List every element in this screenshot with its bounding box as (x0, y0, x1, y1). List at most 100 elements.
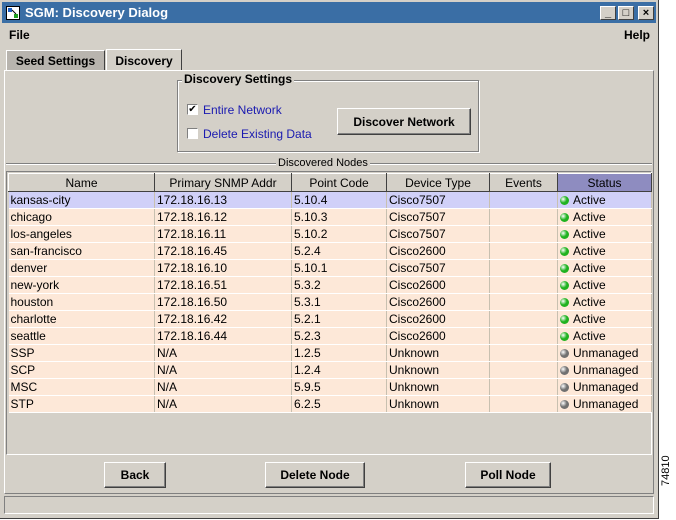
cell-primary-snmp-addr: 172.18.16.45 (154, 242, 292, 260)
cell-point-code: 5.10.4 (291, 191, 387, 209)
cell-status: Unmanaged (557, 378, 652, 396)
close-icon: × (642, 6, 650, 19)
poll-node-button[interactable]: Poll Node (465, 462, 551, 488)
cell-device-type: Cisco2600 (386, 242, 490, 260)
table-row[interactable]: STP N/A 6.2.5 Unknown Unmanaged (8, 395, 652, 413)
cell-status: Active (557, 327, 652, 345)
status-label: Active (573, 193, 606, 207)
table-row[interactable]: houston 172.18.16.50 5.3.1 Cisco2600 Active (8, 293, 652, 311)
table-row[interactable]: los-angeles 172.18.16.11 5.10.2 Cisco7507 Ac… (8, 225, 652, 243)
table-row[interactable]: seattle 172.18.16.44 5.2.3 Cisco2600 Active (8, 327, 652, 345)
back-button[interactable]: Back (104, 462, 166, 488)
status-label: Unmanaged (573, 397, 639, 411)
cell-name: seattle (8, 327, 155, 345)
cell-status: Unmanaged (557, 395, 652, 413)
status-dot-icon (560, 298, 569, 307)
column-header-primary-snmp-addr[interactable]: Primary SNMP Addr (154, 173, 292, 192)
maximize-icon: □ (622, 6, 630, 19)
status-dot-icon (560, 196, 569, 205)
cell-events (489, 327, 558, 345)
status-dot-icon (560, 264, 569, 273)
status-label: Active (573, 210, 606, 224)
column-header-name[interactable]: Name (8, 173, 155, 192)
delete-existing-data-label[interactable]: Delete Existing Data (203, 127, 312, 141)
cell-name: kansas-city (8, 191, 155, 209)
tab-seed-settings[interactable]: Seed Settings (6, 50, 105, 70)
cell-status: Active (557, 208, 652, 226)
table-row[interactable]: charlotte 172.18.16.42 5.2.1 Cisco2600 Activ… (8, 310, 652, 328)
status-dot-icon (560, 383, 569, 392)
status-dot-icon (560, 247, 569, 256)
cell-point-code: 1.2.5 (291, 344, 387, 362)
cell-events (489, 378, 558, 396)
table-row[interactable]: kansas-city 172.18.16.13 5.10.4 Cisco7507 Ac… (8, 191, 652, 209)
status-label: Active (573, 261, 606, 275)
maximize-button[interactable]: □ (618, 5, 634, 20)
cell-device-type: Cisco2600 (386, 276, 490, 294)
status-label: Active (573, 278, 606, 292)
menu-help[interactable]: Help (624, 28, 650, 42)
cell-primary-snmp-addr: 172.18.16.42 (154, 310, 292, 328)
status-dot-icon (560, 281, 569, 290)
discovered-nodes-table: Name Primary SNMP Addr Point Code Device… (8, 173, 652, 413)
column-header-point-code[interactable]: Point Code (291, 173, 387, 192)
discover-network-button[interactable]: Discover Network (337, 108, 471, 135)
cell-device-type: Cisco7507 (386, 259, 490, 277)
cell-name: MSC (8, 378, 155, 396)
cell-status: Active (557, 242, 652, 260)
delete-node-button[interactable]: Delete Node (265, 462, 365, 488)
cell-events (489, 191, 558, 209)
table-row[interactable]: SCP N/A 1.2.4 Unknown Unmanaged (8, 361, 652, 379)
cell-primary-snmp-addr: N/A (154, 361, 292, 379)
menu-bar: File Help (2, 25, 656, 45)
minimize-button[interactable]: _ (600, 5, 616, 20)
close-button[interactable]: × (638, 5, 654, 20)
cell-device-type: Unknown (386, 395, 490, 413)
table-row[interactable]: new-york 172.18.16.51 5.3.2 Cisco2600 Active (8, 276, 652, 294)
table-row[interactable]: MSC N/A 5.9.5 Unknown Unmanaged (8, 378, 652, 396)
cell-device-type: Cisco7507 (386, 208, 490, 226)
table-header-row: Name Primary SNMP Addr Point Code Device… (8, 173, 652, 192)
status-label: Active (573, 312, 606, 326)
cell-name: denver (8, 259, 155, 277)
column-header-status[interactable]: Status (557, 173, 652, 192)
cell-device-type: Cisco2600 (386, 293, 490, 311)
cell-events (489, 208, 558, 226)
cell-primary-snmp-addr: 172.18.16.11 (154, 225, 292, 243)
entire-network-checkbox[interactable]: ✔ (187, 104, 198, 115)
cell-name: STP (8, 395, 155, 413)
column-header-events[interactable]: Events (489, 173, 558, 192)
cell-name: houston (8, 293, 155, 311)
status-dot-icon (560, 400, 569, 409)
cell-point-code: 6.2.5 (291, 395, 387, 413)
discovered-nodes-table-container[interactable]: Name Primary SNMP Addr Point Code Device… (6, 171, 652, 455)
delete-existing-data-checkbox[interactable] (187, 128, 198, 139)
title-bar[interactable]: SGM: Discovery Dialog _ □ × (2, 2, 656, 23)
cell-name: san-francisco (8, 242, 155, 260)
cell-device-type: Cisco7507 (386, 225, 490, 243)
cell-events (489, 361, 558, 379)
cell-events (489, 225, 558, 243)
status-label: Active (573, 295, 606, 309)
table-row[interactable]: chicago 172.18.16.12 5.10.3 Cisco7507 Active (8, 208, 652, 226)
window-title: SGM: Discovery Dialog (25, 5, 169, 20)
status-dot-icon (560, 315, 569, 324)
cell-point-code: 5.10.1 (291, 259, 387, 277)
status-label: Unmanaged (573, 346, 639, 360)
tab-discovery[interactable]: Discovery (106, 49, 182, 71)
cell-point-code: 5.3.2 (291, 276, 387, 294)
cell-device-type: Cisco2600 (386, 327, 490, 345)
cell-point-code: 5.3.1 (291, 293, 387, 311)
table-row[interactable]: SSP N/A 1.2.5 Unknown Unmanaged (8, 344, 652, 362)
status-dot-icon (560, 332, 569, 341)
table-row[interactable]: denver 172.18.16.10 5.10.1 Cisco7507 Active (8, 259, 652, 277)
entire-network-label[interactable]: Entire Network (203, 103, 282, 117)
cell-point-code: 1.2.4 (291, 361, 387, 379)
menu-file[interactable]: File (9, 28, 30, 42)
app-icon (5, 5, 21, 21)
cell-primary-snmp-addr: N/A (154, 395, 292, 413)
column-header-device-type[interactable]: Device Type (386, 173, 490, 192)
cell-primary-snmp-addr: 172.18.16.50 (154, 293, 292, 311)
table-row[interactable]: san-francisco 172.18.16.45 5.2.4 Cisco2600 A… (8, 242, 652, 260)
cell-primary-snmp-addr: 172.18.16.13 (154, 191, 292, 209)
